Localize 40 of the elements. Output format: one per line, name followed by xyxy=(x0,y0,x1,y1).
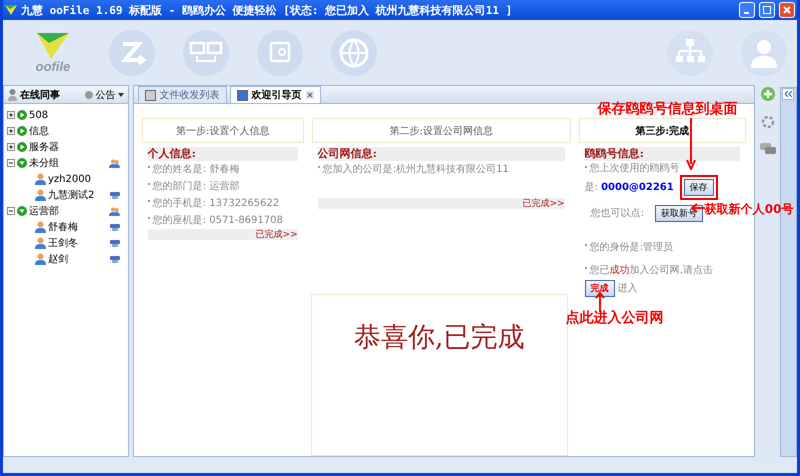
contact-name[interactable]: 王剑冬 xyxy=(48,236,108,250)
window-title: 九慧 ooFile 1.69 标配版 - 鸥鸥办公 便捷轻松 [状态: 您已加入 杭州九慧科技有限公司11 ] xyxy=(21,2,514,18)
group-label[interactable]: 服务器 xyxy=(29,140,120,154)
section-heading: 鸥鸥号信息: xyxy=(584,147,740,161)
group-label[interactable]: 508 xyxy=(29,110,120,120)
contact-name[interactable]: 舒春梅 xyxy=(48,220,108,234)
step-header: 第三步:完成 xyxy=(578,118,746,143)
info-line: 您上次使用的鸥鸥号 xyxy=(590,162,680,176)
info-line: 您的姓名是: 舒春梅 xyxy=(152,162,240,177)
info-line: 您的座机是: 0571-8691708 xyxy=(152,214,283,228)
tab[interactable]: 欢迎引导页 xyxy=(230,86,321,103)
info-line: 进入 xyxy=(618,282,638,296)
section-heading: 公司网信息: xyxy=(318,147,565,161)
annotation: 点此进入公司网 xyxy=(566,309,664,327)
save-button[interactable]: 保存 xyxy=(684,178,714,196)
annotation: 保存鸥鸥号信息到桌面 xyxy=(598,100,738,118)
group-label[interactable]: 运营部 xyxy=(29,204,107,218)
contact-name[interactable]: 九慧测试2 xyxy=(48,188,108,202)
annotation: 获取新个人00号 xyxy=(704,201,794,218)
info-line: 您的手机是: 13732265622 xyxy=(152,196,280,211)
step-header: 第一步:设置个人信息 xyxy=(142,118,304,143)
sidebar-title: 在线同事 xyxy=(20,88,61,102)
info-line: 您的身份是:管理员 xyxy=(590,241,674,255)
info-line: 您已成功加入公司网,请点击 xyxy=(590,264,713,278)
contact-name[interactable]: 赵剑 xyxy=(48,252,108,266)
finish-button[interactable]: 完成 xyxy=(584,280,615,296)
contact-name[interactable]: yzh2000 xyxy=(48,174,120,184)
info-line: 您加入的公司是:杭州九慧科技有限公司11 xyxy=(322,162,509,177)
info-line: 您也可以点: xyxy=(590,206,644,220)
group-label[interactable]: 信息 xyxy=(29,124,120,138)
congrats-text: 恭喜你,已完成 xyxy=(354,321,525,353)
group-label[interactable]: 未分组 xyxy=(29,156,107,170)
step-header: 第二步:设置公司网信息 xyxy=(312,118,571,143)
section-heading: 个人信息: xyxy=(148,147,298,161)
tab[interactable]: 文件收发列表 xyxy=(138,86,227,103)
prefix-label: 是: xyxy=(584,180,598,194)
info-line: 您的部门是: 运营部 xyxy=(152,180,240,194)
notice-menu[interactable]: 公告 xyxy=(84,88,124,102)
account-number: 0000@02261 xyxy=(601,180,674,194)
oofile-logo: oofile xyxy=(25,31,81,74)
